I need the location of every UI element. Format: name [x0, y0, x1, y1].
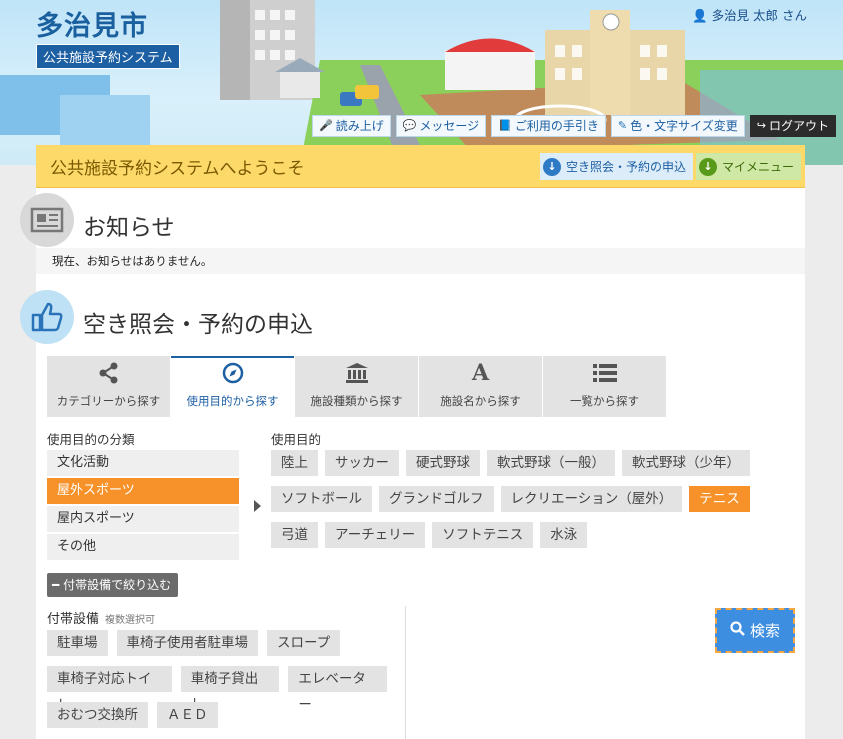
purpose-chip[interactable]: グランドゴルフ: [379, 486, 494, 512]
city-title[interactable]: 多治見市: [36, 4, 148, 43]
tab-label: 施設種類から探す: [310, 394, 403, 408]
category-item[interactable]: 屋内スポーツ: [47, 506, 239, 532]
reservation-title: 空き照会・予約の申込: [83, 312, 313, 338]
search-tabs: カテゴリーから探す 使用目的から探す 施設種類から探す A 施設名から探す 一覧…: [47, 356, 666, 417]
equipment-chip[interactable]: おむつ交換所: [47, 702, 148, 728]
guide-label: ご利用の手引き: [514, 119, 599, 133]
equipment-chip[interactable]: エレベーター: [288, 666, 387, 713]
user-icon: 👤: [692, 8, 708, 23]
chip-row: 弓道 アーチェリー ソフトテニス 水泳: [271, 522, 751, 548]
filter-label: 付帯設備で絞り込む: [63, 578, 172, 592]
divider: [405, 606, 406, 739]
mymenu-label: マイメニュー: [722, 160, 795, 174]
tab-facility-name[interactable]: A 施設名から探す: [419, 356, 542, 417]
purpose-chip[interactable]: 弓道: [271, 522, 318, 548]
purpose-chip[interactable]: ソフトボール: [271, 486, 372, 512]
logout-label: ログアウト: [769, 119, 830, 133]
equipment-chip[interactable]: ＡＥＤ: [157, 702, 218, 728]
message-label: メッセージ: [419, 119, 480, 133]
notice-title: お知らせ: [83, 215, 175, 241]
display-settings-label: 色・文字サイズ変更: [630, 119, 738, 133]
welcome-bar: 公共施設予約システムへようこそ ↓ 空き照会・予約の申込 ↓ マイメニュー: [36, 145, 805, 188]
category-heading: 使用目的の分類: [47, 432, 135, 447]
welcome-text: 公共施設予約システムへようこそ: [50, 159, 305, 179]
tab-purpose[interactable]: 使用目的から探す: [171, 356, 294, 417]
availability-label: 空き照会・予約の申込: [566, 160, 687, 174]
search-button[interactable]: 検索: [715, 608, 795, 653]
header-banner: 多治見市 公共施設予約システム 👤 多治見 太郎 さん 🎤 読み上げ 💬 メッセ…: [0, 0, 843, 165]
chip-row: 車椅子対応トイレ 車椅子貸出し エレベーター: [47, 666, 387, 713]
caret-right-icon: [254, 500, 261, 512]
equipment-chip[interactable]: 車椅子使用者駐車場: [116, 630, 258, 656]
chip-row: 陸上 サッカー 硬式野球 軟式野球（一般） 軟式野球（少年）: [271, 450, 751, 476]
tab-list[interactable]: 一覧から探す: [543, 356, 666, 417]
purpose-chip[interactable]: 陸上: [271, 450, 318, 476]
header-toolbar: 🎤 読み上げ 💬 メッセージ 📘 ご利用の手引き ✎ 色・文字サイズ変更 ↪ ロ…: [312, 115, 837, 137]
equipment-chips: 駐車場 車椅子使用者駐車場 スロープ 車椅子対応トイレ 車椅子貸出し エレベータ…: [47, 630, 387, 738]
tab-category[interactable]: カテゴリーから探す: [47, 356, 170, 417]
equipment-chip[interactable]: 車椅子対応トイレ: [47, 666, 172, 713]
equipment-chip[interactable]: 車椅子貸出し: [180, 666, 280, 713]
purpose-chip[interactable]: 軟式野球（少年）: [622, 450, 750, 476]
tab-label: カテゴリーから探す: [56, 394, 161, 408]
purpose-chip-active[interactable]: テニス: [689, 486, 750, 512]
purpose-chip[interactable]: アーチェリー: [325, 522, 426, 548]
brush-icon: ✎: [617, 119, 628, 132]
purpose-chip[interactable]: 水泳: [540, 522, 588, 548]
purpose-chip[interactable]: サッカー: [325, 450, 399, 476]
purpose-heading: 使用目的: [271, 432, 322, 447]
chip-row: ソフトボール グランドゴルフ レクリエーション（屋外） テニス: [271, 486, 751, 512]
equipment-chip[interactable]: 駐車場: [47, 630, 108, 656]
search-icon: [730, 621, 745, 640]
purpose-chip[interactable]: 軟式野球（一般）: [487, 450, 615, 476]
logout-button[interactable]: ↪ ログアウト: [749, 115, 837, 137]
arrow-down-icon: ↓: [543, 157, 561, 176]
compass-icon: [222, 361, 244, 385]
user-name[interactable]: 👤 多治見 太郎 さん: [692, 5, 807, 24]
purpose-chip[interactable]: レクリエーション（屋外）: [500, 486, 683, 512]
read-aloud-button[interactable]: 🎤 読み上げ: [312, 115, 391, 137]
search-label: 検索: [749, 622, 780, 640]
share-icon: [98, 361, 120, 385]
chip-row: 駐車場 車椅子使用者駐車場 スロープ: [47, 630, 387, 656]
equipment-chip[interactable]: スロープ: [267, 630, 341, 656]
font-a-icon: A: [471, 360, 490, 386]
purpose-chips: 陸上 サッカー 硬式野球 軟式野球（一般） 軟式野球（少年） ソフトボール グラ…: [271, 450, 751, 558]
book-icon: 📘: [498, 119, 512, 132]
institution-icon: [345, 361, 369, 385]
speech-bubble-icon: 💬: [402, 119, 417, 132]
tab-label: 使用目的から探す: [186, 394, 279, 408]
equipment-filter-button[interactable]: ━ 付帯設備で絞り込む: [47, 573, 179, 597]
minus-icon: ━: [52, 578, 60, 592]
tab-facility-type[interactable]: 施設種類から探す: [295, 356, 418, 417]
chip-row: おむつ交換所 ＡＥＤ: [47, 702, 387, 728]
microphone-icon: 🎤: [319, 119, 333, 132]
display-settings-button[interactable]: ✎ 色・文字サイズ変更: [610, 115, 745, 137]
category-item-active[interactable]: 屋外スポーツ: [47, 478, 239, 504]
newspaper-icon: [20, 193, 74, 247]
arrow-down-icon: ↓: [699, 157, 717, 176]
thumbs-up-icon: [20, 290, 74, 344]
category-item[interactable]: その他: [47, 534, 239, 560]
system-badge: 公共施設予約システム: [36, 44, 180, 69]
user-name-text: 多治見 太郎 さん: [711, 8, 808, 23]
purpose-chip[interactable]: 硬式野球: [406, 450, 480, 476]
tab-label: 施設名から探す: [440, 394, 521, 408]
equipment-heading-text: 付帯設備: [47, 612, 100, 627]
purpose-chip[interactable]: ソフトテニス: [432, 522, 534, 548]
mymenu-button[interactable]: ↓ マイメニュー: [696, 153, 802, 180]
message-button[interactable]: 💬 メッセージ: [395, 115, 487, 137]
category-list: 文化活動 屋外スポーツ 屋内スポーツ その他: [47, 450, 239, 562]
tab-label: 一覧から探す: [570, 394, 639, 408]
guide-button[interactable]: 📘 ご利用の手引き: [491, 115, 606, 137]
read-aloud-label: 読み上げ: [335, 119, 384, 133]
notice-message: 現在、お知らせはありません。: [36, 248, 805, 274]
category-item[interactable]: 文化活動: [47, 450, 239, 476]
equipment-note: 複数選択可: [105, 615, 156, 626]
equipment-heading: 付帯設備 複数選択可: [47, 608, 155, 627]
list-icon: [592, 361, 617, 385]
availability-button[interactable]: ↓ 空き照会・予約の申込: [540, 153, 694, 180]
logout-icon: ↪: [756, 119, 766, 132]
